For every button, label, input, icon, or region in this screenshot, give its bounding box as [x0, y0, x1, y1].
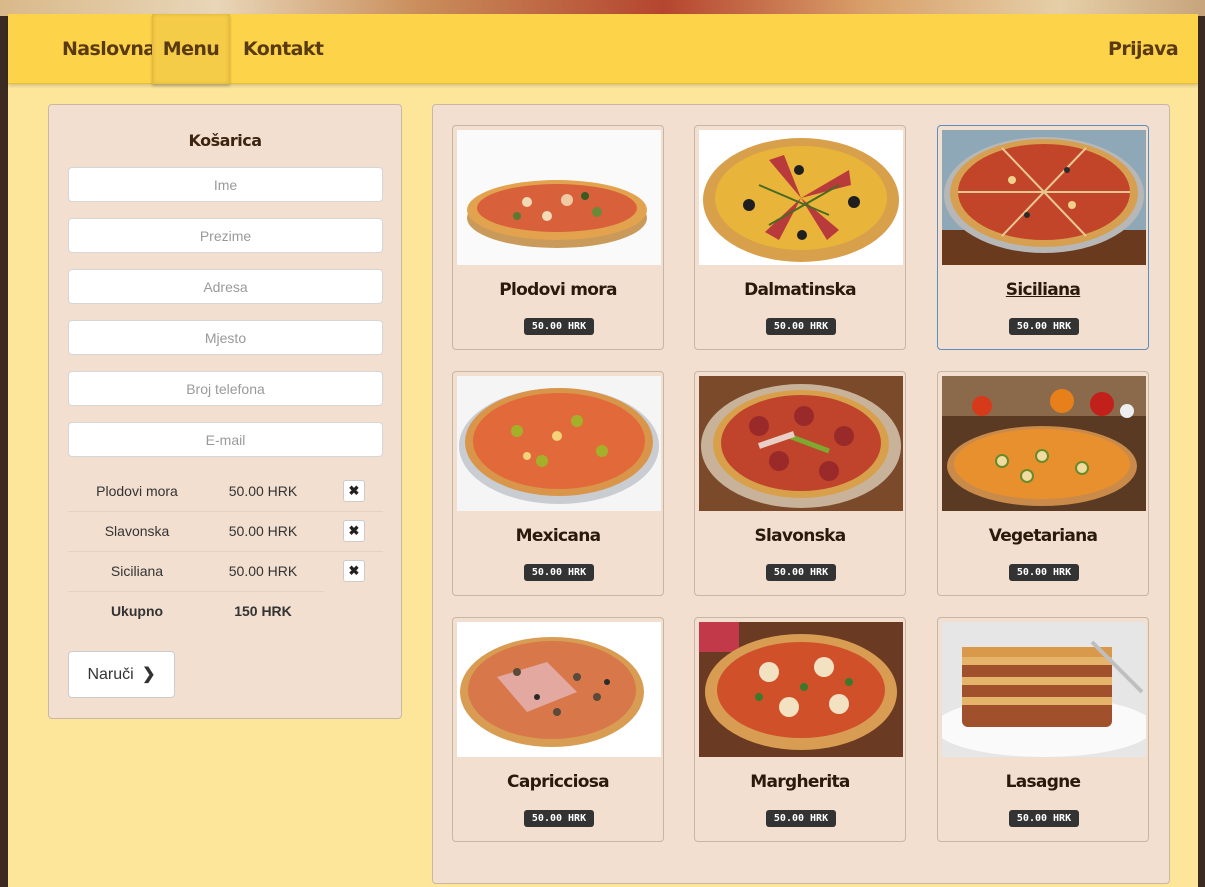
- card-name: Dalmatinska: [744, 280, 857, 300]
- margherita-pizza-image: [699, 622, 903, 757]
- card-name: Mexicana: [515, 526, 601, 546]
- first-name-field[interactable]: [68, 167, 383, 202]
- price-badge: 50.00 HRK: [766, 318, 836, 335]
- price-badge: 50.00 HRK: [1009, 810, 1079, 827]
- top-navbar: Naslovna Menu Kontakt Prijava: [8, 14, 1198, 84]
- capricciosa-pizza-image: [457, 622, 661, 757]
- card-name: Siciliana: [1005, 280, 1081, 300]
- last-name-field[interactable]: [68, 218, 383, 253]
- menu-card[interactable]: Siciliana 50.00 HRK: [937, 125, 1149, 350]
- remove-item-button[interactable]: ✖: [343, 480, 365, 502]
- seafood-pizza-image: [457, 130, 661, 265]
- card-name: Margherita: [750, 772, 850, 792]
- address-field[interactable]: [68, 269, 383, 304]
- nav-kontakt[interactable]: Kontakt: [243, 14, 324, 84]
- menu-card[interactable]: Slavonska 50.00 HRK: [694, 371, 906, 596]
- times-icon: ✖: [348, 523, 360, 538]
- times-icon: ✖: [348, 563, 360, 578]
- lasagne-image: [942, 622, 1146, 757]
- price-badge: 50.00 HRK: [766, 564, 836, 581]
- phone-field[interactable]: [68, 371, 383, 406]
- price-badge: 50.00 HRK: [524, 564, 594, 581]
- card-name: Lasagne: [1005, 772, 1081, 792]
- price-badge: 50.00 HRK: [1009, 564, 1079, 581]
- menu-card[interactable]: Capricciosa 50.00 HRK: [452, 617, 664, 842]
- sicilian-pizza-image: [942, 130, 1146, 265]
- email-field[interactable]: [68, 422, 383, 457]
- page-frame: Naslovna Menu Kontakt Prijava Košarica P…: [8, 14, 1198, 887]
- cart-item-price: 50.00 HRK: [228, 523, 298, 539]
- cart-item-price: 50.00 HRK: [228, 483, 298, 499]
- mexican-pizza-image: [457, 376, 661, 511]
- slavonian-pizza-image: [699, 376, 903, 511]
- order-button[interactable]: Naruči ❯: [68, 651, 175, 698]
- remove-item-button[interactable]: ✖: [343, 520, 365, 542]
- cart-item: Slavonska 50.00 HRK ✖: [68, 512, 383, 552]
- cart-item-name: Plodovi mora: [96, 483, 178, 499]
- remove-item-button[interactable]: ✖: [343, 560, 365, 582]
- total-label: Ukupno: [110, 603, 164, 619]
- cart-item: Siciliana 50.00 HRK ✖: [68, 552, 365, 592]
- menu-card[interactable]: Lasagne 50.00 HRK: [937, 617, 1149, 842]
- cart-item-price: 50.00 HRK: [228, 563, 298, 579]
- card-name: Plodovi mora: [499, 280, 617, 300]
- menu-card[interactable]: Vegetariana 50.00 HRK: [937, 371, 1149, 596]
- card-name: Capricciosa: [507, 772, 610, 792]
- menu-card[interactable]: Plodovi mora 50.00 HRK: [452, 125, 664, 350]
- order-button-label: Naruči: [87, 666, 134, 683]
- menu-card[interactable]: Margherita 50.00 HRK: [694, 617, 906, 842]
- menu-card[interactable]: Mexicana 50.00 HRK: [452, 371, 664, 596]
- price-badge: 50.00 HRK: [524, 810, 594, 827]
- cart-total-row: Ukupno 150 HRK: [68, 592, 383, 632]
- cart-panel: Košarica Plodovi mora 50.00 HRK ✖ Slavon…: [48, 104, 402, 719]
- menu-panel: Plodovi mora 50.00 HRK Dalmatinska 50.00…: [432, 104, 1170, 884]
- nav-naslovna[interactable]: Naslovna: [62, 14, 156, 84]
- times-icon: ✖: [348, 483, 360, 498]
- cart-title: Košarica: [188, 131, 262, 150]
- nav-menu[interactable]: Menu: [152, 14, 230, 84]
- price-badge: 50.00 HRK: [524, 318, 594, 335]
- menu-card[interactable]: Dalmatinska 50.00 HRK: [694, 125, 906, 350]
- card-name: Slavonska: [754, 526, 846, 546]
- dalmatian-pizza-image: [699, 130, 903, 265]
- card-name: Vegetariana: [988, 526, 1098, 546]
- price-badge: 50.00 HRK: [1009, 318, 1079, 335]
- cart-item-name: Siciliana: [110, 563, 164, 579]
- price-badge: 50.00 HRK: [766, 810, 836, 827]
- vegetarian-pizza-image: [942, 376, 1146, 511]
- total-value: 150 HRK: [234, 603, 292, 619]
- nav-login[interactable]: Prijava: [1108, 14, 1179, 84]
- cart-item-name: Slavonska: [104, 523, 170, 539]
- cart-item: Plodovi mora 50.00 HRK ✖: [68, 472, 383, 512]
- chevron-right-icon: ❯: [142, 666, 156, 683]
- city-field[interactable]: [68, 320, 383, 355]
